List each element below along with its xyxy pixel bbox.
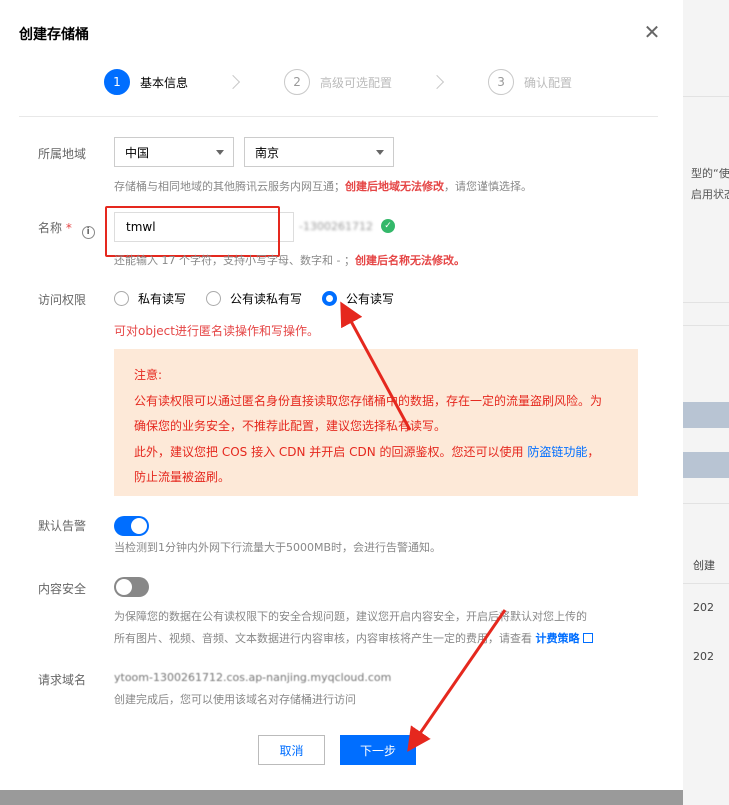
radio-circle — [206, 291, 222, 306]
caret-down-icon — [216, 150, 224, 155]
bg-highlight-row — [683, 402, 729, 428]
region-hint: 存储桶与相同地域的其他腾讯云服务内网互通；创建后地域无法修改，请您谨慎选择。 — [114, 178, 532, 194]
chevron-right-icon — [225, 74, 241, 90]
notice-text: 此外，建议您把 COS 接入 CDN 并开启 CDN 的回源鉴权。您还可以使用 — [134, 444, 528, 459]
radio-private-rw[interactable]: 私有读写 — [114, 290, 186, 307]
cancel-button[interactable]: 取消 — [258, 735, 325, 765]
create-bucket-modal: 创建存储桶 ✕ 1 基本信息 2 高级可选配置 3 确认配置 所属地域 中国 南… — [0, 0, 683, 790]
request-domain-value: ytoom-1300261712.cos.ap-nanjing.myqcloud… — [114, 671, 392, 684]
alarm-label: 默认告警 — [38, 519, 87, 533]
region-hint-text: ，请您谨慎选择。 — [444, 180, 532, 193]
bg-divider — [683, 302, 729, 303]
request-domain-label: 请求域名 — [38, 673, 87, 687]
step-confirm-config: 3 确认配置 — [488, 69, 572, 95]
step-basic-info: 1 基本信息 — [104, 69, 188, 95]
content-security-toggle[interactable] — [114, 577, 149, 597]
appid-suffix: -1300261712 — [299, 220, 373, 233]
bg-highlight-row — [683, 452, 729, 478]
content-security-description: 为保障您的数据在公有读权限下的安全合规问题，建议您开启内容安全，开启后将默认对您… — [114, 606, 593, 650]
billing-policy-link[interactable]: 计费策略 — [536, 632, 580, 645]
bucket-name-value: tmwl — [126, 220, 156, 234]
bucket-name-input[interactable]: tmwl — [114, 212, 294, 242]
check-circle-icon: ✓ — [381, 219, 395, 233]
region-hint-warning: 创建后地域无法修改 — [345, 180, 444, 193]
bg-cell: 202 — [693, 650, 714, 663]
name-hint: 还能输入 17 个字符，支持小写字母、数字和 - ；创建后名称无法修改。 — [114, 252, 465, 268]
modal-title: 创建存储桶 — [19, 27, 89, 43]
step-label: 基本信息 — [140, 75, 189, 90]
required-mark: * — [65, 221, 72, 235]
description-text: 所有图片、视频、音频、文本数据进行内容审核，内容审核将产生一定的费用，请查看 — [114, 632, 536, 645]
background-page: 型的“使 启用状态， 创建 202 202 — [683, 0, 729, 805]
name-label: 名称 * i — [38, 219, 95, 239]
radio-circle — [114, 291, 129, 306]
request-domain-description: 创建完成后，您可以使用该域名对存储桶进行访问 — [114, 693, 356, 706]
bg-divider — [683, 325, 729, 326]
step-number: 2 — [284, 69, 311, 95]
header-divider — [19, 116, 658, 117]
notice-title: 注意: — [134, 368, 163, 382]
description-line: 所有图片、视频、音频、文本数据进行内容审核，内容审核将产生一定的费用，请查看 计… — [114, 628, 593, 650]
country-select-value: 中国 — [125, 145, 150, 160]
radio-label: 私有读写 — [138, 292, 187, 306]
alarm-description: 当检测到1分钟内外网下行流量大于5000MB时，会进行告警通知。 — [114, 541, 442, 554]
radio-label: 公有读私有写 — [230, 292, 303, 306]
chevron-right-icon — [429, 74, 445, 90]
bg-cell: 202 — [693, 601, 714, 614]
notice-text: ， — [587, 444, 600, 459]
caret-down-icon — [376, 150, 384, 155]
description-line: 为保障您的数据在公有读权限下的安全合规问题，建议您开启内容安全，开启后将默认对您… — [114, 610, 587, 623]
notice-line: 确保您的业务安全，不推荐此配置，建议您选择私有读写。 — [134, 419, 447, 433]
step-indicator: 1 基本信息 2 高级可选配置 3 确认配置 — [104, 68, 572, 96]
next-step-button[interactable]: 下一步 — [340, 735, 416, 765]
city-select-value: 南京 — [255, 145, 280, 160]
radio-label: 公有读写 — [346, 292, 395, 306]
toggle-knob — [131, 518, 147, 534]
bg-divider — [683, 96, 729, 97]
bg-text: 型的“使 — [691, 167, 729, 180]
content-security-label: 内容安全 — [38, 582, 87, 596]
radio-public-read-private-write[interactable]: 公有读私有写 — [206, 290, 302, 307]
name-label-text: 名称 — [38, 221, 63, 235]
access-radio-group: 私有读写 公有读私有写 公有读写 — [114, 290, 414, 307]
name-hint-text: 还能输入 17 个字符，支持小写字母、数字和 - ； — [114, 254, 355, 267]
name-hint-warning: 创建后名称无法修改。 — [354, 254, 465, 267]
notice-line: 此外，建议您把 COS 接入 CDN 并开启 CDN 的回源鉴权。您还可以使用 … — [134, 440, 618, 466]
external-link-icon[interactable] — [582, 633, 593, 643]
radio-public-rw[interactable]: 公有读写 — [322, 290, 394, 307]
access-description: 可对object进行匿名读操作和写操作。 — [114, 324, 319, 338]
step-label: 确认配置 — [524, 75, 573, 90]
bg-col-header: 创建 — [693, 559, 715, 572]
region-label: 所属地域 — [38, 147, 87, 161]
close-icon[interactable]: ✕ — [642, 22, 662, 42]
bg-divider — [683, 583, 729, 584]
hotlink-protection-link[interactable]: 防盗链功能 — [527, 445, 587, 459]
bg-text: 启用状态， — [691, 188, 729, 201]
notice-line: 公有读权限可以通过匿名身份直接读取您存储桶中的数据，存在一定的流量盗刷风险。为 — [134, 393, 603, 408]
radio-circle-checked — [322, 291, 338, 306]
step-advanced-config: 2 高级可选配置 — [284, 69, 392, 95]
step-number: 1 — [104, 69, 130, 95]
notice-line: 防止流量被盗刷。 — [134, 470, 231, 484]
alarm-toggle[interactable] — [114, 516, 149, 536]
bg-divider — [683, 503, 729, 504]
access-label: 访问权限 — [38, 293, 87, 307]
warning-notice: 注意: 公有读权限可以通过匿名身份直接读取您存储桶中的数据，存在一定的流量盗刷风… — [114, 349, 638, 496]
country-select[interactable]: 中国 — [114, 137, 234, 167]
info-icon[interactable]: i — [81, 225, 95, 239]
step-number: 3 — [488, 69, 515, 95]
step-label: 高级可选配置 — [320, 75, 393, 90]
toggle-knob — [116, 579, 132, 595]
city-select[interactable]: 南京 — [244, 137, 394, 167]
region-hint-text: 存储桶与相同地域的其他腾讯云服务内网互通； — [114, 180, 345, 193]
